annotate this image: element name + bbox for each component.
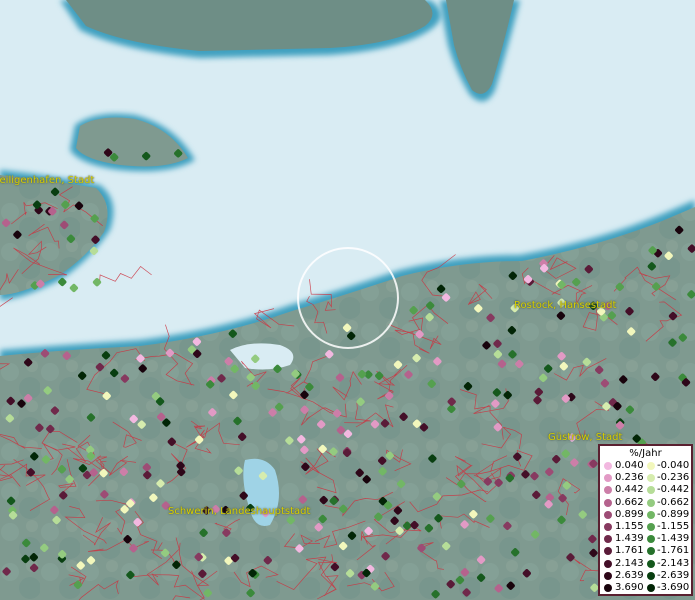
place-label-schwerin: Schwerin, Landeshauptstadt xyxy=(168,506,311,517)
legend: %/Jahr 0.040 -0.040 0.236 -0.236 0.442 -0.442… xyxy=(598,444,693,596)
legend-label-positive: 0.040 xyxy=(615,460,644,471)
legend-swatch-positive xyxy=(604,584,612,592)
legend-label-negative: -0.662 xyxy=(657,496,690,508)
legend-swatch-positive xyxy=(604,498,612,507)
legend-label-negative: -0.040 xyxy=(657,460,690,471)
legend-label-positive: 1.155 xyxy=(615,521,644,532)
legend-swatch-positive xyxy=(604,510,612,519)
legend-swatch-positive xyxy=(604,462,612,470)
legend-label-negative: -1.761 xyxy=(657,545,690,557)
legend-swatch-negative xyxy=(647,462,655,470)
legend-swatch-negative xyxy=(647,498,655,507)
legend-swatch-negative xyxy=(647,523,655,531)
legend-label-positive: 0.442 xyxy=(615,484,644,496)
legend-label-negative: -0.442 xyxy=(657,484,690,496)
legend-swatch-negative xyxy=(647,535,655,544)
legend-swatch-positive xyxy=(604,474,612,483)
legend-swatch-positive xyxy=(604,486,612,495)
legend-label-positive: 1.761 xyxy=(615,545,644,557)
legend-label-negative: -0.236 xyxy=(657,472,690,484)
legend-label-positive: 0.662 xyxy=(615,496,644,508)
legend-label-negative: -1.439 xyxy=(657,533,690,545)
legend-label-negative: -3.690 xyxy=(657,582,690,593)
place-label-rostock: Rostock, Hansestadt xyxy=(514,300,617,311)
legend-swatch-negative xyxy=(647,474,655,483)
legend-swatch-negative xyxy=(647,547,655,556)
legend-label-positive: 1.439 xyxy=(615,533,644,545)
legend-label-negative: -0.899 xyxy=(657,508,690,520)
legend-label-negative: -2.143 xyxy=(657,557,690,569)
legend-label-positive: 3.690 xyxy=(615,582,644,593)
legend-swatch-negative xyxy=(647,559,655,568)
legend-swatch-negative xyxy=(647,486,655,495)
legend-label-positive: 2.639 xyxy=(615,569,644,581)
place-label-heiligenhafen: Heiligenhafen, Stadt xyxy=(0,175,95,186)
legend-swatch-positive xyxy=(604,523,612,531)
legend-label-positive: 0.236 xyxy=(615,472,644,484)
legend-swatch-positive xyxy=(604,559,612,568)
legend-swatch-positive xyxy=(604,547,612,556)
legend-label-negative: -1.155 xyxy=(657,521,690,532)
place-label-guestrow: Güstrow, Stadt xyxy=(548,432,623,443)
legend-swatch-negative xyxy=(647,584,655,592)
legend-label-positive: 0.899 xyxy=(615,508,644,520)
legend-label-negative: -2.639 xyxy=(657,569,690,581)
legend-swatch-positive xyxy=(604,535,612,544)
legend-swatch-negative xyxy=(647,571,655,580)
legend-title: %/Jahr xyxy=(629,448,662,459)
legend-swatch-negative xyxy=(647,510,655,519)
map-view[interactable]: Heiligenhafen, Stadt Rostock, Hansestadt… xyxy=(0,0,695,600)
legend-label-positive: 2.143 xyxy=(615,557,644,569)
legend-swatch-positive xyxy=(604,571,612,580)
